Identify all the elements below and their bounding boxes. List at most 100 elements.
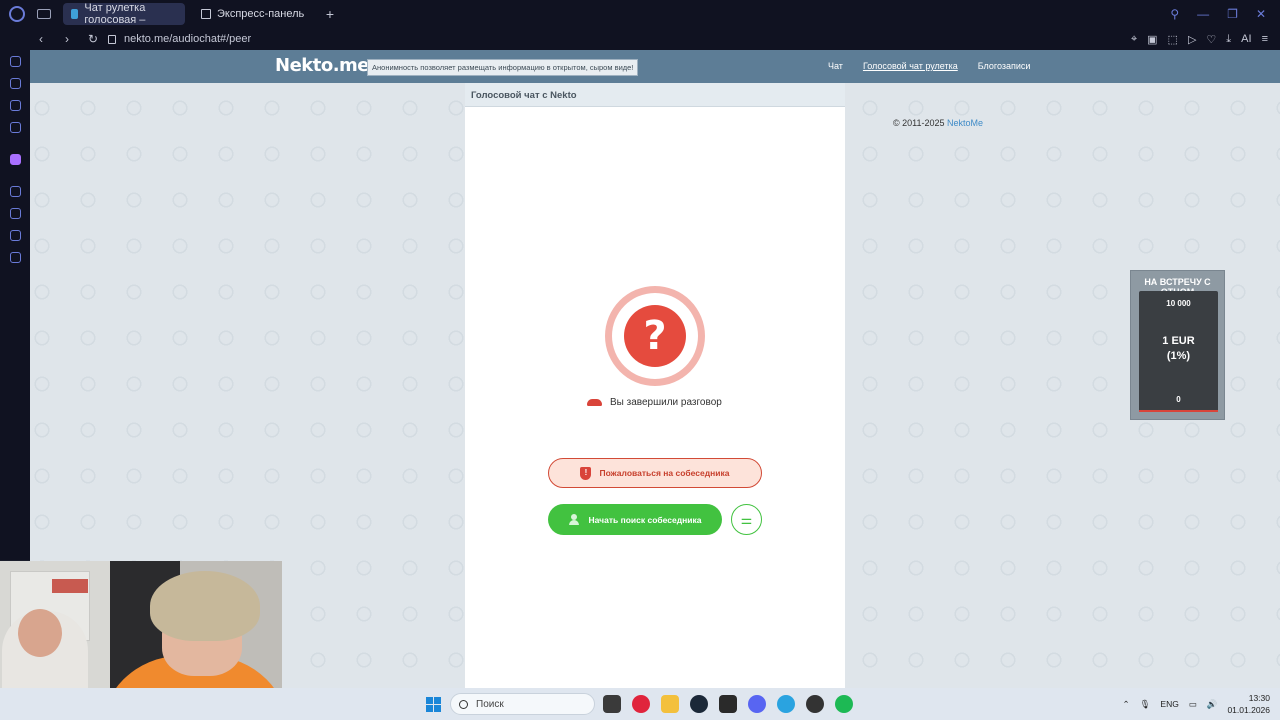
language-indicator[interactable]: ENG bbox=[1160, 699, 1178, 709]
forward-icon[interactable]: › bbox=[60, 32, 74, 46]
search-settings-button[interactable]: ⚌ bbox=[731, 504, 762, 535]
clock-date: 01.01.2026 bbox=[1227, 705, 1270, 715]
shield-alert-icon: ! bbox=[580, 466, 592, 480]
nav-link-chat[interactable]: Чат bbox=[828, 61, 843, 71]
donation-amount-percent: (1%) bbox=[1166, 350, 1191, 362]
twitch-icon[interactable] bbox=[10, 154, 21, 165]
aria-ai-button[interactable]: AI bbox=[1241, 33, 1251, 46]
settings-icon[interactable] bbox=[10, 252, 21, 263]
url-text: nekto.me/audiochat#/peer bbox=[124, 33, 252, 45]
copyright: © 2011-2025 NektoMe bbox=[893, 118, 983, 128]
crypto-wallet-icon[interactable] bbox=[10, 78, 21, 89]
browser-tab-bar: Чат рулетка голосовая – Экспресс-панель … bbox=[0, 0, 1280, 28]
epic-games-icon[interactable] bbox=[719, 695, 737, 713]
donation-amount: 1 EUR (1%) bbox=[1139, 334, 1218, 364]
extensions-icon[interactable]: ⬚ bbox=[1168, 33, 1178, 46]
tray-chevron-icon[interactable]: ⌃ bbox=[1122, 699, 1129, 710]
call-ended-message: Вы завершили разговор bbox=[587, 397, 722, 408]
donation-min: 0 bbox=[1176, 395, 1181, 404]
snapshot-icon[interactable]: ▣ bbox=[1147, 33, 1157, 46]
windows-start-icon[interactable] bbox=[426, 697, 441, 712]
reload-icon[interactable]: ↻ bbox=[86, 32, 100, 46]
history-icon[interactable] bbox=[10, 208, 21, 219]
taskbar-search[interactable]: Поиск bbox=[450, 693, 595, 715]
aria-icon[interactable] bbox=[10, 56, 21, 67]
telegram-icon[interactable] bbox=[777, 695, 795, 713]
microphone-icon[interactable]: 🎙 bbox=[1140, 699, 1151, 710]
nav-link-blog[interactable]: Блогозаписи bbox=[978, 61, 1031, 71]
spotify-icon[interactable] bbox=[835, 695, 853, 713]
report-button[interactable]: ! Пожаловаться на собеседника bbox=[548, 458, 762, 488]
site-logo[interactable]: Nekto.me bbox=[275, 55, 370, 76]
steam-icon[interactable] bbox=[690, 695, 708, 713]
obs-icon[interactable] bbox=[806, 695, 824, 713]
player-sidebar-icon[interactable] bbox=[10, 186, 21, 197]
task-view-icon[interactable] bbox=[603, 695, 621, 713]
site-slogan: Анонимность позволяет размещать информац… bbox=[367, 59, 639, 76]
messenger-icon[interactable] bbox=[10, 100, 21, 111]
site-nav: Чат Голосовой чат рулетка Блогозаписи bbox=[828, 61, 1030, 71]
player-icon[interactable]: ▷ bbox=[1188, 33, 1196, 46]
nekto-favicon-icon bbox=[71, 9, 79, 19]
webcam-hair bbox=[150, 571, 260, 641]
lock-icon bbox=[108, 34, 116, 44]
donation-widget: НА ВСТРЕЧУ С ОТЦОМ 10 000 1 EUR (1%) 0 bbox=[1130, 270, 1225, 420]
tab-switcher-icon[interactable] bbox=[37, 9, 51, 19]
nav-link-voice-chat[interactable]: Голосовой чат рулетка bbox=[863, 61, 958, 71]
clock[interactable]: 13:30 01.01.2026 bbox=[1227, 692, 1270, 716]
copyright-link[interactable]: NektoMe bbox=[947, 118, 983, 128]
donation-goal: 10 000 bbox=[1166, 299, 1191, 308]
call-ended-text: Вы завершили разговор bbox=[610, 397, 722, 408]
download-icon[interactable]: ⤓ bbox=[1226, 33, 1231, 46]
browser-tab-speed-dial[interactable]: Экспресс-панель bbox=[193, 3, 313, 25]
heart-icon[interactable]: ♡ bbox=[1206, 33, 1216, 46]
sliders-icon: ⚌ bbox=[740, 511, 753, 527]
speed-dial-icon bbox=[201, 9, 211, 19]
discord-icon[interactable] bbox=[748, 695, 766, 713]
system-tray: ⌃ 🎙 ENG ▭ 🔊 13:30 01.01.2026 bbox=[1122, 688, 1270, 720]
start-search-label: Начать поиск собеседника bbox=[588, 514, 702, 525]
url-field[interactable]: nekto.me/audiochat#/peer bbox=[108, 33, 251, 45]
opera-icon[interactable] bbox=[632, 695, 650, 713]
pinboard-icon[interactable] bbox=[10, 230, 21, 241]
tab-title: Чат рулетка голосовая – bbox=[84, 2, 146, 26]
hang-up-phone-icon bbox=[587, 399, 602, 406]
browser-sidebar bbox=[0, 50, 30, 560]
copyright-text: © 2011-2025 bbox=[893, 118, 948, 128]
chat-panel: Голосовой чат с Nekto ? Вы завершили раз… bbox=[465, 83, 845, 688]
clock-time: 13:30 bbox=[1248, 693, 1270, 703]
report-label: Пожаловаться на собеседника bbox=[599, 468, 730, 478]
volume-icon[interactable]: 🔊 bbox=[1207, 699, 1218, 710]
webcam-box bbox=[52, 579, 88, 593]
start-search-button[interactable]: Начать поиск собеседника bbox=[548, 504, 722, 535]
network-icon[interactable]: ▭ bbox=[1189, 699, 1197, 710]
new-tab-button[interactable]: + bbox=[321, 6, 339, 22]
maximize-icon[interactable]: ❐ bbox=[1227, 7, 1238, 21]
menu-icon[interactable]: ≡ bbox=[1262, 33, 1268, 46]
question-mark-icon: ? bbox=[624, 305, 686, 367]
donation-progress: 10 000 1 EUR (1%) 0 bbox=[1139, 291, 1218, 412]
browser-tab-active[interactable]: Чат рулетка голосовая – bbox=[63, 2, 185, 26]
taskbar-search-placeholder: Поиск bbox=[476, 698, 504, 710]
webcam-face-left bbox=[18, 609, 62, 657]
search-tabs-icon[interactable]: ⚲ bbox=[1170, 7, 1179, 21]
search-icon bbox=[459, 699, 468, 709]
donation-fill bbox=[1139, 410, 1218, 412]
back-icon[interactable]: ‹ bbox=[34, 32, 48, 46]
taskbar-apps bbox=[603, 695, 853, 713]
minimize-icon[interactable]: — bbox=[1197, 7, 1209, 21]
browser-toolbar: ⌖ ▣ ⬚ ▷ ♡ ⤓ AI ≡ bbox=[1131, 33, 1268, 46]
pin-icon[interactable]: ⌖ bbox=[1131, 33, 1137, 46]
user-search-icon bbox=[568, 514, 581, 525]
address-bar: ‹ › ↻ nekto.me/audiochat#/peer ⌖ ▣ ⬚ ▷ ♡… bbox=[0, 28, 1280, 50]
donation-amount-value: 1 EUR bbox=[1162, 335, 1195, 347]
site-header: Nekto.me Анонимность позволяет размещать… bbox=[30, 50, 1280, 83]
windows-taskbar: Поиск ⌃ 🎙 ENG ▭ 🔊 13:30 01.01.2026 bbox=[0, 688, 1280, 720]
close-window-icon[interactable]: ✕ bbox=[1256, 7, 1266, 21]
opera-menu-icon[interactable] bbox=[9, 6, 25, 22]
tab-title: Экспресс-панель bbox=[217, 8, 305, 20]
mail-icon[interactable] bbox=[10, 122, 21, 133]
status-indicator: ? bbox=[605, 286, 705, 386]
window-controls: ⚲ — ❐ ✕ bbox=[1170, 7, 1266, 21]
file-explorer-icon[interactable] bbox=[661, 695, 679, 713]
